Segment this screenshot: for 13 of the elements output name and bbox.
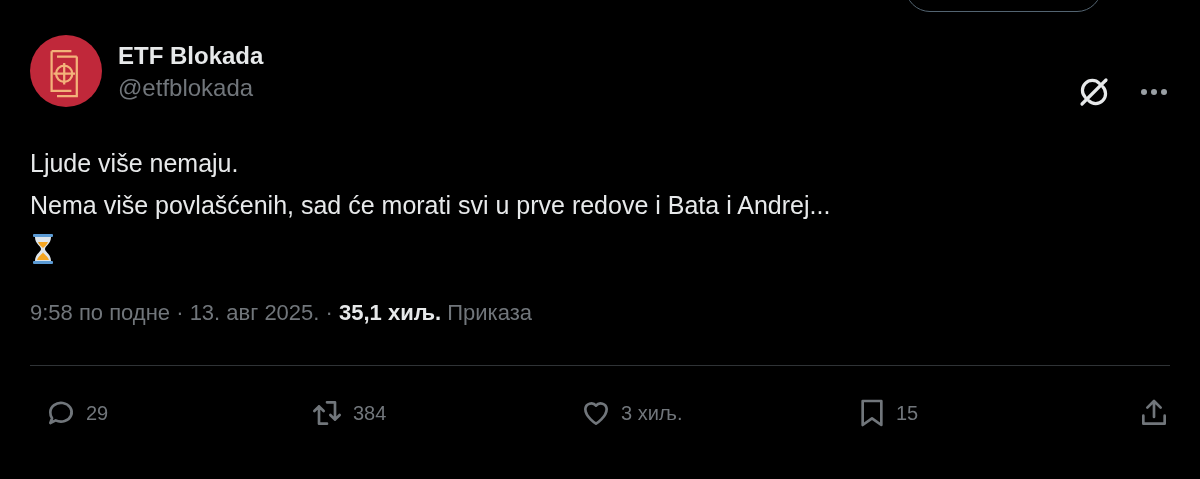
- action-count: 384: [353, 401, 387, 425]
- author-handle[interactable]: @etfblokada: [118, 71, 264, 105]
- post-text: Nema više povlašćenih, sad će morati svi u prve redove i Bata i Andrej...: [30, 190, 832, 221]
- post-text: Ljude više nemaju.: [30, 148, 240, 179]
- action-count: 29: [86, 401, 109, 425]
- more-icon[interactable]: [1140, 88, 1168, 96]
- avatar-logo-icon[interactable]: [30, 35, 102, 107]
- author-name[interactable]: ETF Blokada: [118, 41, 264, 71]
- slashed-circle-icon[interactable]: [1078, 75, 1110, 109]
- hourglass-icon: [32, 234, 54, 264]
- action-count: 3 хиљ.: [621, 401, 683, 425]
- action-count: 15: [896, 401, 919, 425]
- post-meta: 9:58 по подне · 13. авг 2025. · 35,1 хиљ. Приказа: [29, 299, 533, 327]
